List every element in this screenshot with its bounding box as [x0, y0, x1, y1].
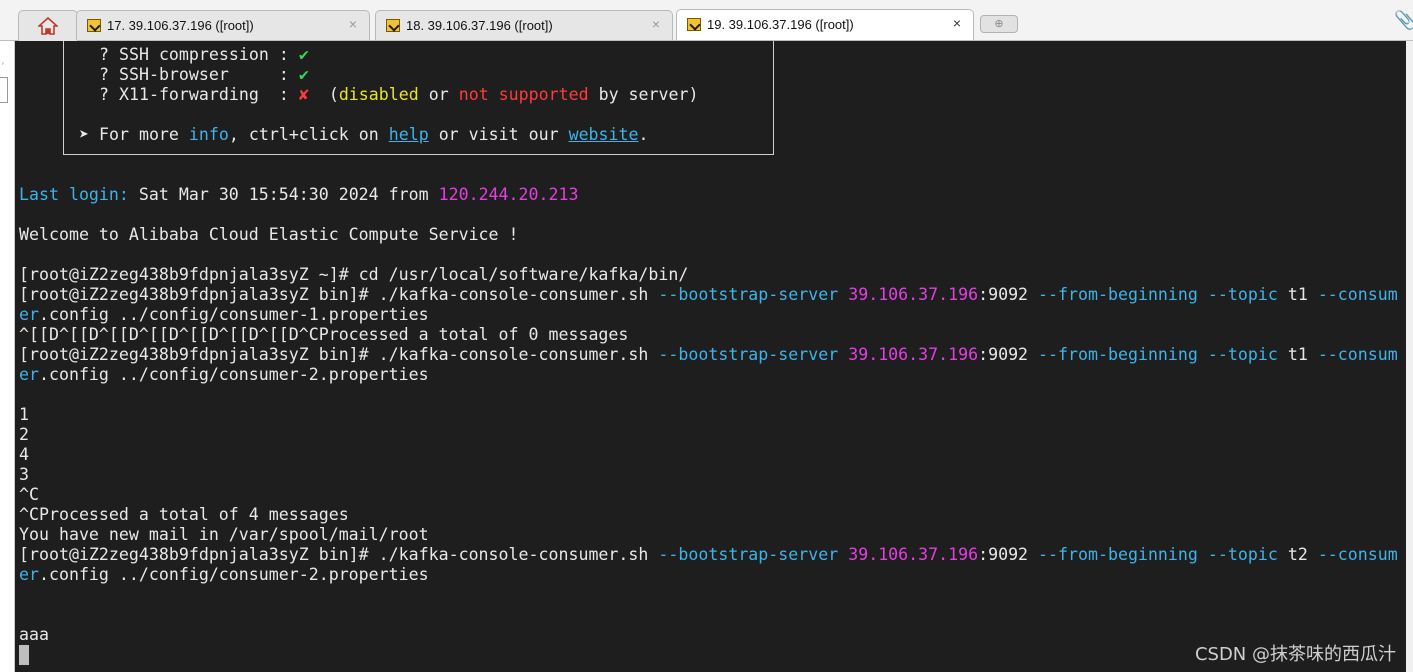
tab-bar: 17. 39.106.37.196 ([root]) × 18. 39.106.… — [0, 0, 1413, 41]
help-link[interactable]: help — [389, 125, 429, 144]
output-line: 1 — [19, 405, 29, 424]
terminal-cursor — [19, 645, 29, 665]
tab-session-17[interactable]: 17. 39.106.37.196 ([root]) × — [76, 10, 370, 40]
processed-4-line: ^CProcessed a total of 4 messages — [19, 505, 349, 524]
website-link[interactable]: website — [569, 125, 639, 144]
more-info-line: ➤ For more info, ctrl+click on help or v… — [79, 125, 649, 144]
close-tab-icon[interactable]: × — [953, 15, 961, 31]
command-consumer-2-cont: er.config ../config/consumer-2.propertie… — [19, 365, 429, 384]
command-consumer-1-cont: er.config ../config/consumer-1.propertie… — [19, 305, 429, 324]
command-consumer-3-cont: er.config ../config/consumer-2.propertie… — [19, 565, 429, 584]
welcome-line: Welcome to Alibaba Cloud Elastic Compute… — [19, 225, 519, 244]
output-line: 4 — [19, 445, 29, 464]
home-tab[interactable] — [18, 10, 78, 41]
cross-icon: ✘ — [298, 85, 309, 104]
paperclip-icon[interactable]: 📎 — [1394, 10, 1413, 31]
command-consumer-2: [root@iZ2zeg438b9fdpnjala3syZ bin]# ./ka… — [19, 345, 1398, 364]
side-marker: ′ — [2, 61, 4, 71]
command-consumer-1: [root@iZ2zeg438b9fdpnjala3syZ bin]# ./ka… — [19, 285, 1398, 304]
output-line: ^C — [19, 485, 39, 504]
feature-x11-forwarding: ? X11-forwarding : ✘ (disabled or not su… — [99, 85, 699, 104]
output-line: 3 — [19, 465, 29, 484]
vertical-scrollbar[interactable] — [1406, 41, 1413, 672]
output-line: aaa — [19, 625, 49, 644]
terminal-output[interactable]: ? SSH compression : ✔ ? SSH-browser : ✔ … — [15, 41, 1406, 672]
last-login-line: Last login: Sat Mar 30 15:54:30 2024 fro… — [19, 185, 579, 204]
feature-ssh-compression: ? SSH compression : ✔ — [99, 45, 309, 64]
tab-label: 18. 39.106.37.196 ([root]) — [406, 18, 553, 33]
output-line: 2 — [19, 425, 29, 444]
mail-notice-line: You have new mail in /var/spool/mail/roo… — [19, 525, 429, 544]
check-icon: ✔ — [298, 45, 309, 64]
arrow-icon: ➤ — [79, 125, 89, 144]
processed-0-line: ^[[D^[[D^[[D^[[D^[[D^[[D^[[D^CProcessed … — [19, 325, 629, 344]
check-icon: ✔ — [298, 65, 309, 84]
home-icon — [38, 17, 58, 35]
terminal-session-icon — [687, 18, 701, 31]
info-link[interactable]: info — [189, 125, 229, 144]
tab-session-18[interactable]: 18. 39.106.37.196 ([root]) × — [375, 10, 673, 40]
command-consumer-3: [root@iZ2zeg438b9fdpnjala3syZ bin]# ./ka… — [19, 545, 1398, 564]
tab-label: 17. 39.106.37.196 ([root]) — [107, 18, 254, 33]
tab-label: 19. 39.106.37.196 ([root]) — [707, 17, 854, 32]
tab-session-19[interactable]: 19. 39.106.37.196 ([root]) × — [676, 9, 974, 40]
close-tab-icon[interactable]: × — [652, 16, 660, 32]
left-side-panel: ′ — [0, 41, 15, 672]
watermark: CSDN @抹茶味的西瓜汁 — [1194, 644, 1396, 665]
new-tab-button[interactable]: ⊕ — [980, 15, 1018, 33]
side-toggle[interactable] — [0, 77, 8, 103]
close-tab-icon[interactable]: × — [349, 16, 357, 32]
terminal-session-icon — [386, 19, 400, 32]
terminal-session-icon — [87, 19, 101, 32]
command-cd: [root@iZ2zeg438b9fdpnjala3syZ ~]# cd /us… — [19, 265, 689, 284]
feature-ssh-browser: ? SSH-browser : ✔ — [99, 65, 309, 84]
